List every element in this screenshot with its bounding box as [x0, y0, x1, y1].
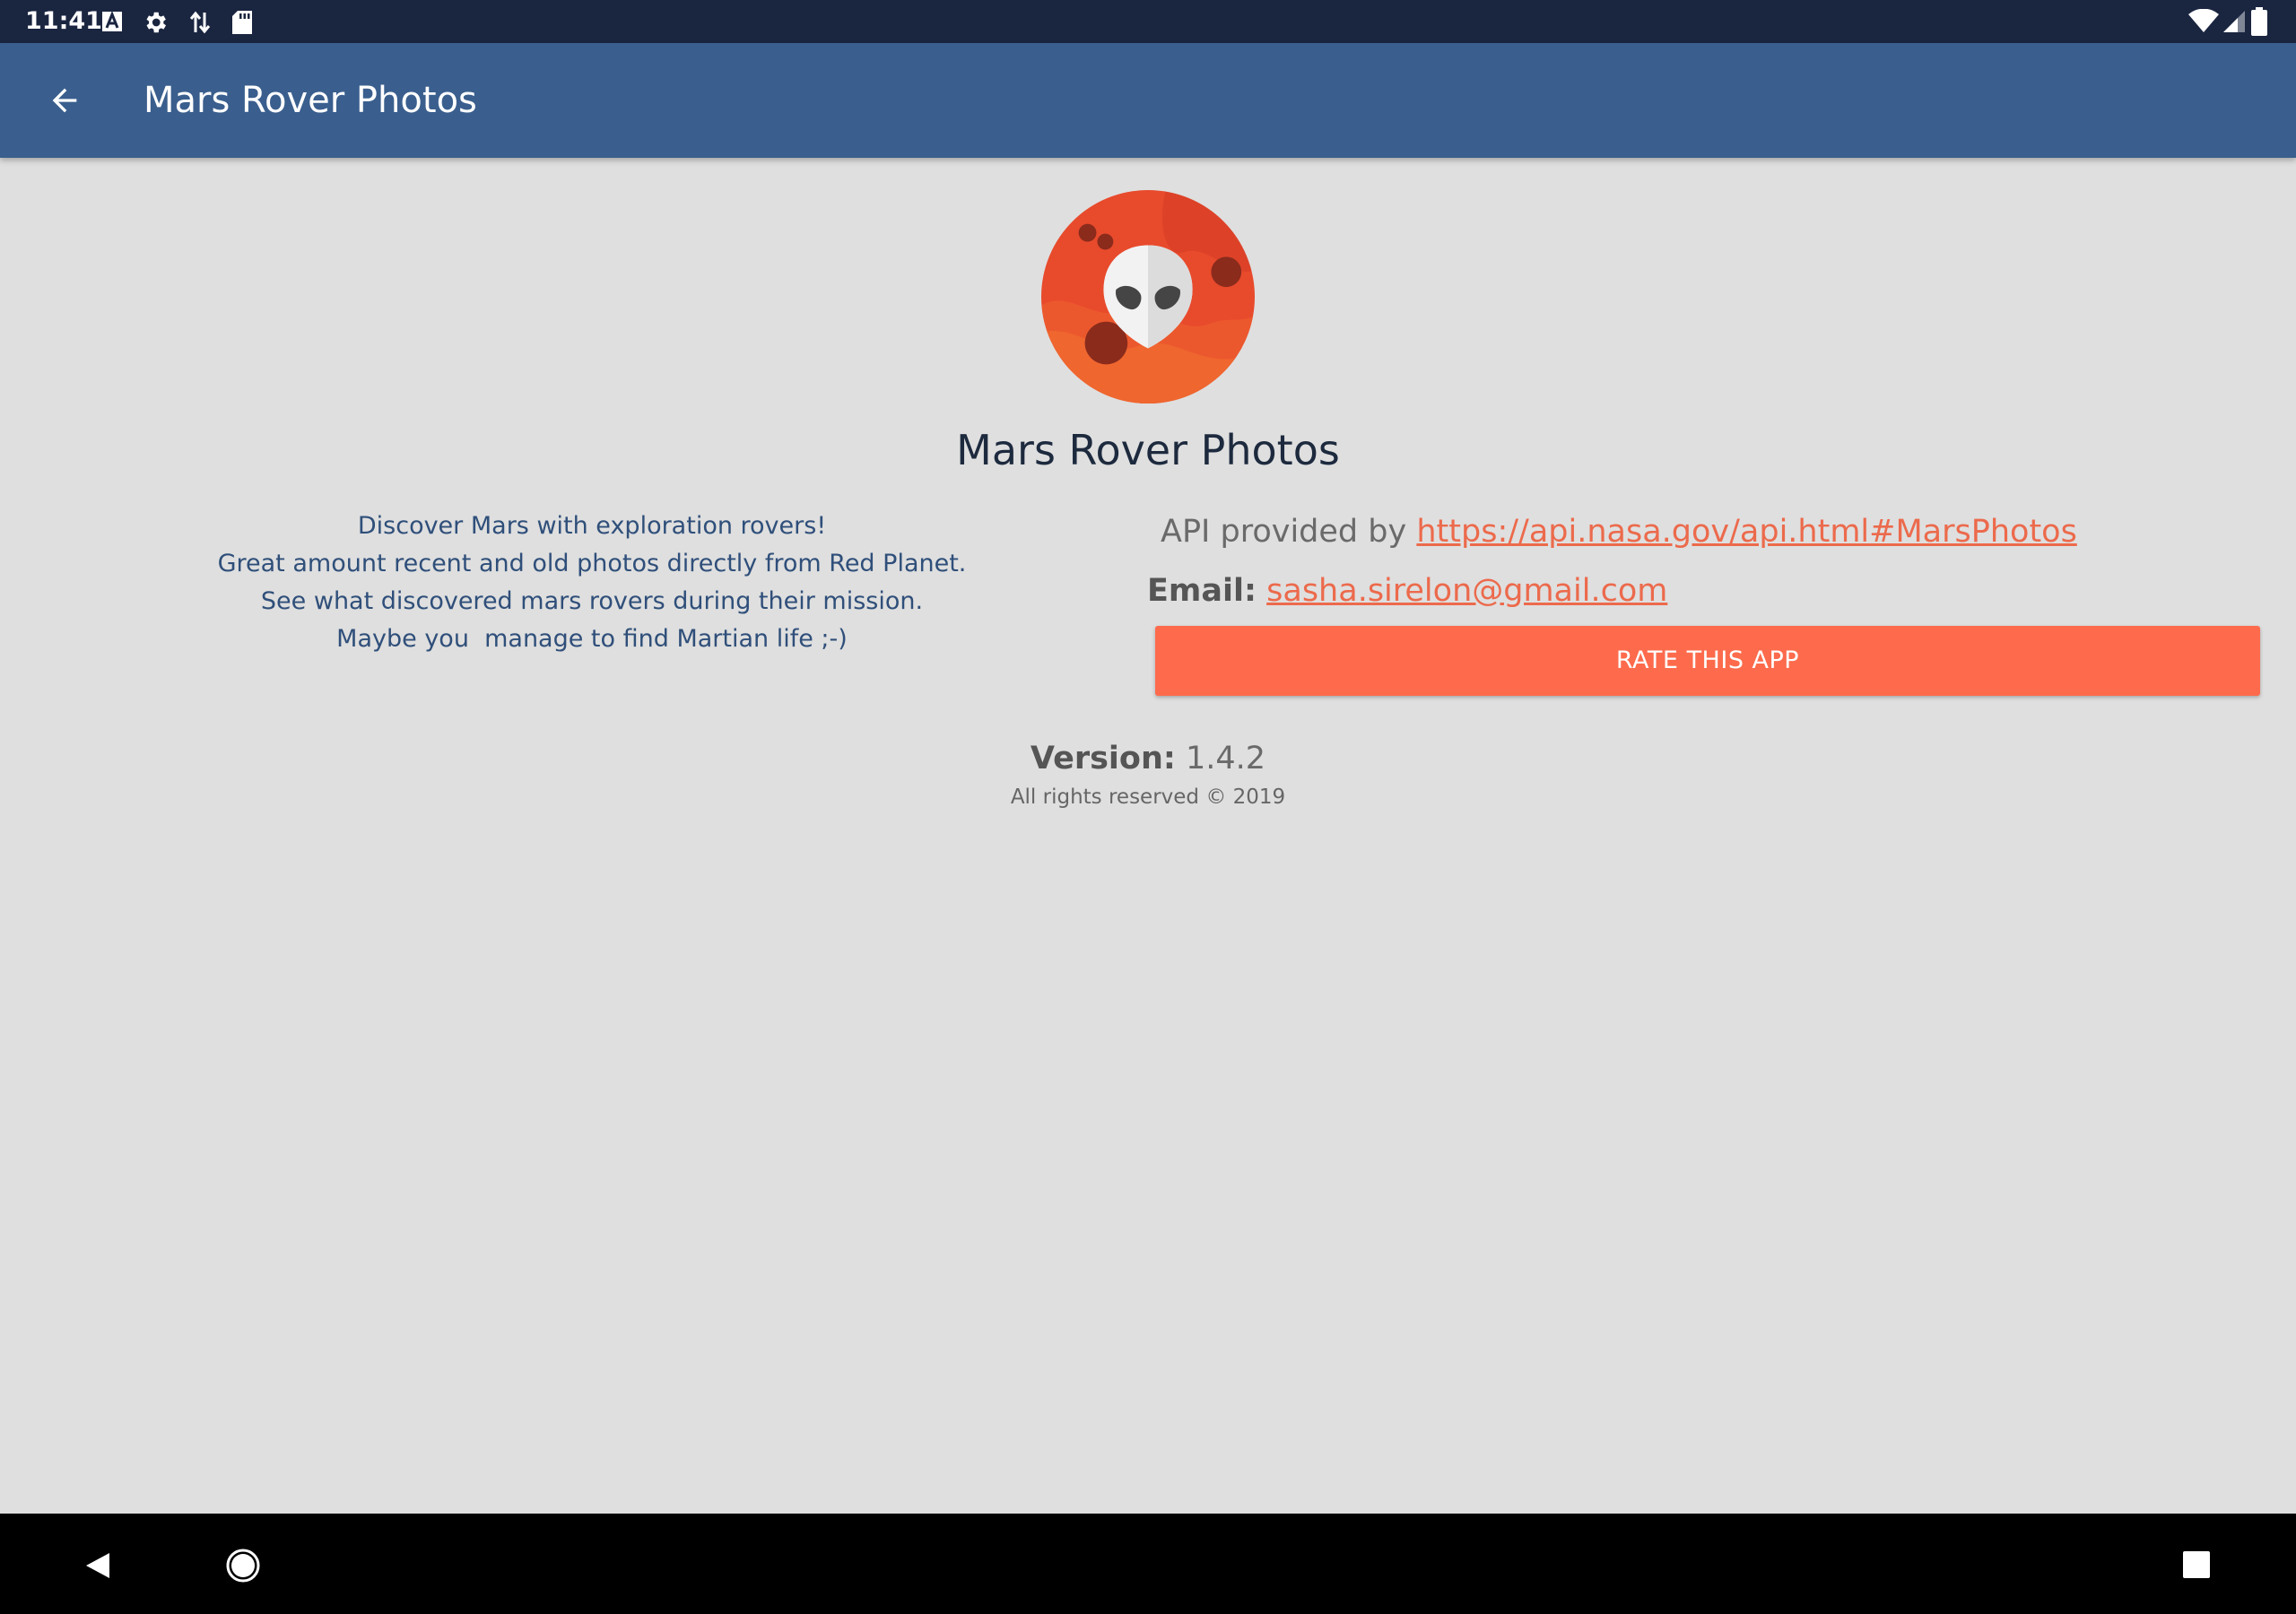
arrow-back-icon[interactable]	[47, 82, 83, 118]
status-time: 11:41	[25, 7, 102, 35]
app-logo	[1041, 190, 1255, 404]
api-link[interactable]: https://api.nasa.gov/api.html#MarsPhotos	[1416, 514, 2076, 550]
description-line: Discover Mars with exploration rovers!	[357, 512, 827, 540]
email-label: Email:	[1147, 573, 1257, 609]
app-bar: Mars Rover Photos	[0, 43, 2296, 158]
api-info: API provided by https://api.nasa.gov/api…	[1161, 509, 2077, 554]
battery-icon	[2251, 7, 2267, 36]
email-info: Email: sasha.sirelon@gmail.com	[1147, 568, 1667, 613]
home-circle-icon[interactable]	[225, 1548, 261, 1584]
version-label: Version:	[1030, 741, 1176, 777]
app-description: Discover Mars with exploration rovers! G…	[161, 508, 1022, 658]
gear-icon	[146, 12, 166, 33]
rate-app-button[interactable]: RATE THIS APP	[1155, 626, 2260, 696]
copyright-text: All rights reserved © 2019	[1010, 785, 1286, 809]
description-line: Maybe you manage to find Martian life ;-…	[336, 625, 848, 653]
signal-icon	[2223, 11, 2245, 32]
recents-square-icon[interactable]	[2181, 1549, 2212, 1580]
data-transfer-icon	[189, 11, 211, 34]
wifi-icon	[2188, 9, 2219, 32]
back-triangle-icon[interactable]	[83, 1549, 115, 1582]
version-number: 1.4.2	[1186, 741, 1266, 777]
version-info: Version: 1.4.2	[789, 737, 1507, 780]
description-line: See what discovered mars rovers during t…	[260, 587, 924, 615]
description-line: Great amount recent and old photos direc…	[217, 550, 967, 577]
app-bar-title: Mars Rover Photos	[144, 80, 477, 121]
api-prefix: API provided by	[1161, 514, 1407, 550]
status-bar: 11:41	[0, 0, 2296, 43]
sd-card-icon	[232, 11, 252, 34]
email-link[interactable]: sasha.sirelon@gmail.com	[1266, 573, 1667, 609]
app-name: Mars Rover Photos	[956, 426, 1340, 474]
text-a-icon	[102, 11, 122, 31]
navigation-bar	[0, 1514, 2296, 1614]
